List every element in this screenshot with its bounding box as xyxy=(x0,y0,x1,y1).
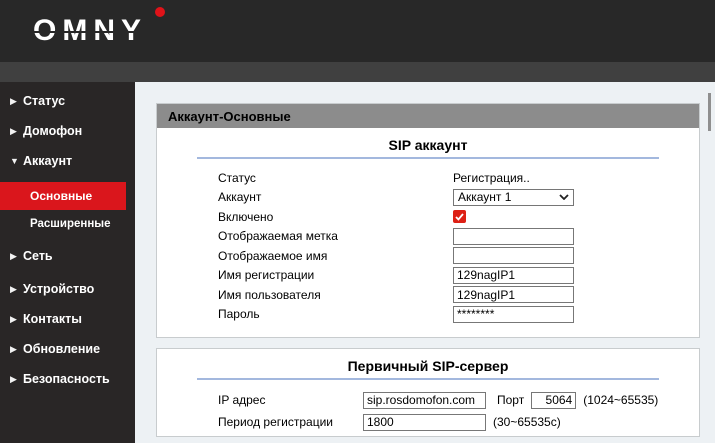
main-layout: ▶ Статус ▶ Домофон ▼ Аккаунт Основные Ра… xyxy=(0,82,715,443)
sidebar-subitem-label: Основные xyxy=(30,189,92,203)
port-range-hint: (1024~65535) xyxy=(583,393,658,407)
section-divider xyxy=(197,157,659,159)
sidebar-item-security[interactable]: ▶ Безопасность xyxy=(0,364,135,394)
sidebar-item-label: Контакты xyxy=(23,312,82,326)
sidebar-item-label: Домофон xyxy=(23,124,82,138)
ip-label: IP адрес xyxy=(218,393,363,407)
sidebar-item-label: Статус xyxy=(23,94,65,108)
triangle-right-icon: ▶ xyxy=(10,126,23,137)
sidebar-item-label: Сеть xyxy=(23,249,53,263)
display-name-input[interactable] xyxy=(453,247,574,264)
form-row-username: Имя пользователя xyxy=(157,285,699,305)
sidebar-item-update[interactable]: ▶ Обновление xyxy=(0,334,135,364)
omny-web-interface: OMNY ▶ Статус ▶ Домофон ▼ Аккаунт Основн… xyxy=(0,0,715,443)
password-label: Пароль xyxy=(218,307,453,321)
form-row-period: Период регистрации (30~65535с) xyxy=(157,411,699,433)
account-select[interactable]: Аккаунт 1 xyxy=(453,189,574,206)
status-value: Регистрация.. xyxy=(453,171,530,185)
sidebar-subitem-label: Расширенные xyxy=(30,218,111,230)
sidebar-item-label: Устройство xyxy=(23,282,94,296)
register-name-input[interactable] xyxy=(453,267,574,284)
display-name-label: Отображаемое имя xyxy=(218,249,453,263)
sidebar-item-account[interactable]: ▼ Аккаунт xyxy=(0,146,135,176)
form-row-register-name: Имя регистрации xyxy=(157,266,699,286)
sidebar-subitem-basic-active[interactable]: Основные xyxy=(0,182,126,210)
triangle-right-icon: ▶ xyxy=(10,284,23,295)
sidebar-item-network[interactable]: ▶ Сеть xyxy=(0,241,135,271)
period-range-hint: (30~65535с) xyxy=(493,415,561,429)
enabled-label: Включено xyxy=(218,210,453,224)
content-area: Аккаунт-Основные SIP аккаунт Статус Реги… xyxy=(135,82,715,443)
primary-sip-server-panel: Первичный SIP-сервер IP адрес Порт (1024… xyxy=(156,348,700,437)
app-header: OMNY xyxy=(0,0,715,62)
form-row-display-name: Отображаемое имя xyxy=(157,246,699,266)
account-select-value: Аккаунт 1 xyxy=(458,190,511,204)
chevron-down-icon xyxy=(559,194,569,200)
form-row-ip: IP адрес Порт (1024~65535) xyxy=(157,389,699,411)
form-row-password: Пароль xyxy=(157,305,699,325)
sidebar-item-label: Обновление xyxy=(23,342,100,356)
triangle-down-icon: ▼ xyxy=(10,156,23,166)
status-label: Статус xyxy=(218,171,453,185)
scrollbar-thumb[interactable] xyxy=(708,93,711,131)
triangle-right-icon: ▶ xyxy=(10,96,23,107)
port-input[interactable] xyxy=(531,392,576,409)
triangle-right-icon: ▶ xyxy=(10,251,23,262)
header-sub-band xyxy=(0,62,715,82)
section-heading-primary-server: Первичный SIP-сервер xyxy=(157,358,699,374)
register-name-label: Имя регистрации xyxy=(218,268,453,282)
account-basic-panel: Аккаунт-Основные SIP аккаунт Статус Реги… xyxy=(156,103,700,338)
enabled-checkbox[interactable] xyxy=(453,210,466,223)
form-row-display-label: Отображаемая метка xyxy=(157,227,699,247)
triangle-right-icon: ▶ xyxy=(10,314,23,325)
account-label: Аккаунт xyxy=(218,190,453,204)
section-heading-sip-account: SIP аккаунт xyxy=(157,137,699,153)
form-row-enabled: Включено xyxy=(157,207,699,227)
page-title: Аккаунт-Основные xyxy=(157,104,699,128)
username-input[interactable] xyxy=(453,286,574,303)
period-label: Период регистрации xyxy=(218,415,363,429)
checkmark-icon xyxy=(455,213,464,221)
period-input[interactable] xyxy=(363,414,486,431)
sidebar-item-label: Аккаунт xyxy=(23,154,72,168)
display-label-input[interactable] xyxy=(453,228,574,245)
display-label-label: Отображаемая метка xyxy=(218,229,453,243)
sidebar-item-contacts[interactable]: ▶ Контакты xyxy=(0,304,135,334)
sidebar: ▶ Статус ▶ Домофон ▼ Аккаунт Основные Ра… xyxy=(0,82,135,443)
logo-stencil-slit xyxy=(33,31,155,33)
logo-red-dot-icon xyxy=(155,7,165,17)
triangle-right-icon: ▶ xyxy=(10,374,23,385)
sidebar-item-label: Безопасность xyxy=(23,372,110,386)
section-divider xyxy=(197,378,659,380)
username-label: Имя пользователя xyxy=(218,288,453,302)
ip-input[interactable] xyxy=(363,392,486,409)
triangle-right-icon: ▶ xyxy=(10,344,23,355)
sidebar-item-device[interactable]: ▶ Устройство xyxy=(0,274,135,304)
sidebar-item-status[interactable]: ▶ Статус xyxy=(0,86,135,116)
sip-account-section: SIP аккаунт Статус Регистрация.. Аккаунт… xyxy=(157,128,699,337)
omny-logo: OMNY xyxy=(33,16,168,48)
port-label: Порт xyxy=(497,393,524,407)
form-row-status: Статус Регистрация.. xyxy=(157,168,699,188)
primary-sip-server-section: Первичный SIP-сервер IP адрес Порт (1024… xyxy=(157,349,699,433)
password-input[interactable] xyxy=(453,306,574,323)
sidebar-item-domofon[interactable]: ▶ Домофон xyxy=(0,116,135,146)
form-row-account: Аккаунт Аккаунт 1 xyxy=(157,188,699,208)
sidebar-subitem-advanced[interactable]: Расширенные xyxy=(0,210,135,238)
